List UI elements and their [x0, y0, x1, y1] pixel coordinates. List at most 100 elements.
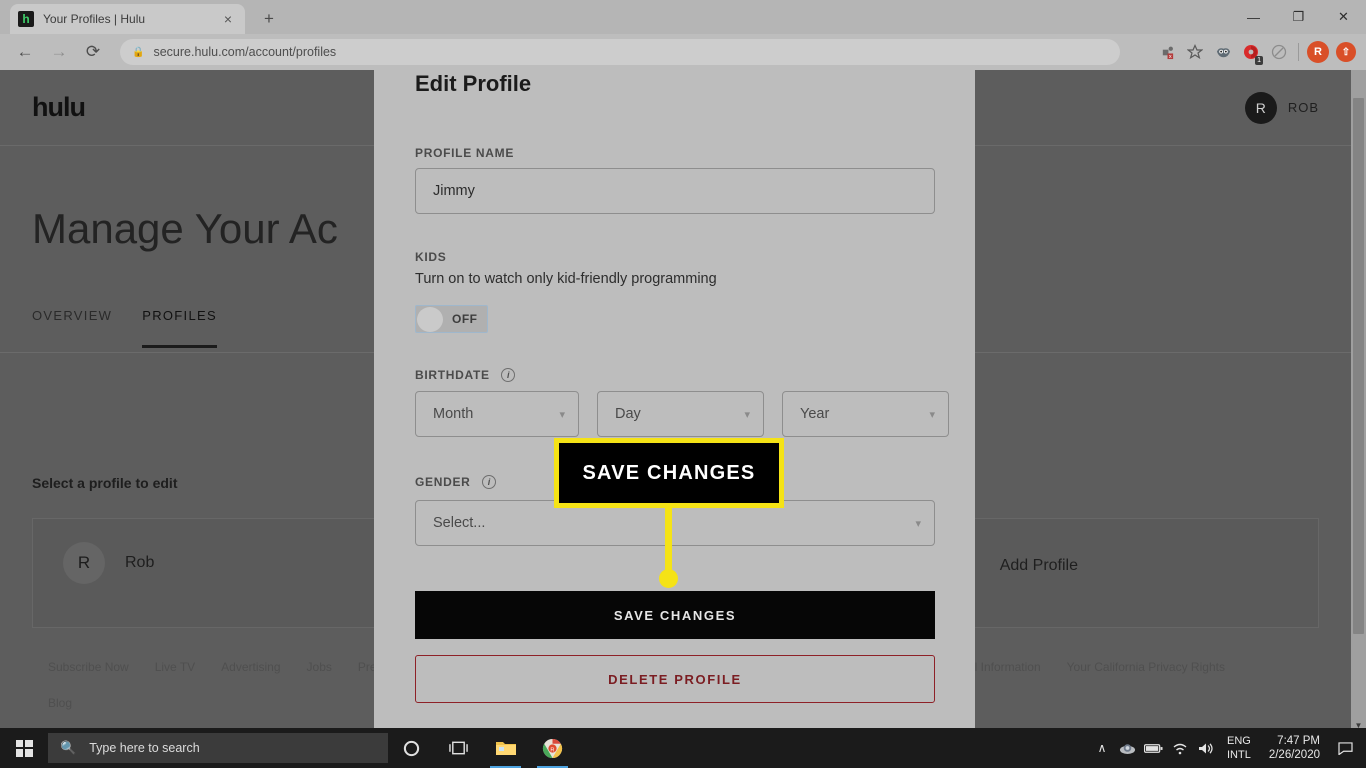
close-tab-icon[interactable]: ×	[219, 11, 237, 27]
update-arrow-icon: ⇧	[1336, 42, 1356, 62]
extension-counter-icon[interactable]: 1	[1237, 39, 1265, 65]
info-icon[interactable]: i	[482, 474, 496, 489]
annotation-callout: SAVE CHANGES	[554, 438, 784, 588]
browser-tab-strip: h Your Profiles | Hulu × + — ❐ ✕	[0, 0, 1366, 34]
delete-profile-button[interactable]: DELETE PROFILE	[415, 655, 935, 703]
wifi-icon[interactable]	[1167, 728, 1193, 768]
tab-profiles[interactable]: PROFILES	[142, 308, 217, 348]
modal-title: Edit Profile	[415, 71, 532, 96]
reload-icon[interactable]: ⟳	[76, 35, 110, 69]
add-profile-button[interactable]: Add Profile	[1000, 557, 1078, 575]
extension-disabled-icon[interactable]	[1265, 39, 1293, 65]
profile-name-label: PROFILE NAME	[415, 144, 514, 162]
footer-link[interactable]: Jobs	[307, 660, 332, 674]
favicon-letter: h	[22, 12, 30, 26]
tray-time: 7:47 PM	[1277, 735, 1320, 747]
gender-label: GENDER i	[415, 473, 496, 491]
new-tab-button[interactable]: +	[258, 8, 280, 30]
profile-name-input[interactable]	[415, 168, 935, 214]
minimize-button[interactable]: —	[1231, 0, 1276, 34]
month-value: Month	[433, 406, 474, 422]
account-tabs: OVERVIEW PROFILES	[32, 308, 217, 348]
chrome-profile-avatar[interactable]: R	[1304, 39, 1332, 65]
back-icon[interactable]: ←	[8, 35, 42, 69]
select-profile-heading: Select a profile to edit	[32, 475, 178, 491]
account-menu[interactable]: R ROB	[1244, 91, 1319, 124]
chevron-down-icon: ▾	[915, 517, 921, 530]
birthdate-month-select[interactable]: Month ▾	[415, 391, 579, 437]
birthdate-label-text: BIRTHDATE	[415, 368, 490, 382]
extension-blocked-icon[interactable]: x	[1153, 39, 1181, 65]
chevron-down-icon: ▾	[744, 408, 750, 421]
gender-label-text: GENDER	[415, 475, 471, 489]
battery-icon[interactable]	[1141, 728, 1167, 768]
browser-toolbar: ← → ⟳ 🔒 secure.hulu.com/account/profiles…	[0, 34, 1366, 70]
hulu-logo[interactable]: hulu	[32, 92, 86, 123]
save-changes-button[interactable]: SAVE CHANGES	[415, 591, 935, 639]
birthdate-year-select[interactable]: Year ▾	[782, 391, 949, 437]
tray-chevron-up-icon[interactable]: ∧	[1089, 728, 1115, 768]
footer-link[interactable]: Advertising	[221, 660, 280, 674]
toolbar-divider	[1298, 43, 1299, 61]
annotation-pointer-dot	[659, 569, 678, 588]
maximize-button[interactable]: ❐	[1276, 0, 1321, 34]
chevron-down-icon: ▾	[929, 408, 935, 421]
file-explorer-icon[interactable]	[482, 728, 529, 768]
taskbar-search-input[interactable]: 🔍 Type here to search	[48, 733, 388, 763]
account-avatar: R	[1244, 91, 1277, 124]
footer-link[interactable]: Live TV	[155, 660, 195, 674]
day-value: Day	[615, 406, 641, 422]
tab-overview[interactable]: OVERVIEW	[32, 308, 112, 348]
footer-link[interactable]: Subscribe Now	[48, 660, 129, 674]
kids-toggle[interactable]: OFF	[415, 305, 488, 333]
close-window-button[interactable]: ✕	[1321, 0, 1366, 34]
chrome-update-menu-icon[interactable]: ⇧	[1332, 39, 1360, 65]
chevron-down-icon: ▾	[559, 408, 565, 421]
toggle-knob	[417, 306, 443, 332]
task-view-icon[interactable]	[435, 728, 482, 768]
profile-avatar: R	[63, 542, 105, 584]
profile-name-label-text: PROFILE NAME	[415, 146, 515, 160]
extension-owl-icon[interactable]	[1209, 39, 1237, 65]
volume-icon[interactable]	[1193, 728, 1219, 768]
kids-description: Turn on to watch only kid-friendly progr…	[415, 271, 717, 287]
tray-language[interactable]: ENG INTL	[1219, 734, 1259, 762]
onedrive-icon[interactable]	[1115, 728, 1141, 768]
page-scrollbar[interactable]: ▼	[1351, 70, 1366, 732]
cortana-icon[interactable]	[388, 728, 435, 768]
page-title: Manage Your Ac	[32, 205, 338, 252]
info-icon[interactable]: i	[501, 367, 516, 382]
birthdate-label: BIRTHDATE i	[415, 366, 516, 384]
tray-language-line2: INTL	[1226, 749, 1251, 761]
browser-tab[interactable]: h Your Profiles | Hulu ×	[10, 4, 245, 34]
system-tray: ∧ ENG INTL 7:47 PM 2/26/2020	[1089, 728, 1366, 768]
bookmark-star-icon[interactable]	[1181, 39, 1209, 65]
svg-text:x: x	[1168, 54, 1171, 60]
save-changes-wrap: SAVE CHANGES	[415, 591, 935, 639]
birthdate-selects: Month ▾ Day ▾ Year ▾	[415, 391, 949, 437]
footer-link[interactable]: Blog	[48, 696, 72, 710]
profile-item-rob[interactable]: R Rob	[63, 542, 154, 584]
windows-start-icon[interactable]	[0, 728, 48, 768]
edit-profile-modal: Edit Profile PROFILE NAME KIDS Turn on t…	[374, 66, 975, 728]
search-icon: 🔍	[60, 740, 77, 755]
scrollbar-thumb[interactable]	[1353, 98, 1364, 634]
notification-icon[interactable]	[1330, 728, 1360, 768]
forward-icon[interactable]: →	[42, 35, 76, 69]
birthdate-day-select[interactable]: Day ▾	[597, 391, 764, 437]
address-bar-url: secure.hulu.com/account/profiles	[153, 45, 337, 59]
toggle-state-label: OFF	[452, 312, 478, 326]
tray-clock[interactable]: 7:47 PM 2/26/2020	[1259, 734, 1330, 762]
address-bar[interactable]: 🔒 secure.hulu.com/account/profiles	[120, 39, 1120, 65]
account-name: ROB	[1287, 100, 1319, 115]
avatar-letter: R	[1307, 41, 1329, 63]
tray-language-line1: ENG	[1226, 735, 1251, 747]
browser-tab-title: Your Profiles | Hulu	[43, 12, 146, 26]
svg-text:R: R	[550, 747, 554, 753]
year-value: Year	[800, 406, 830, 422]
chrome-icon[interactable]: R	[529, 728, 576, 768]
kids-label-text: KIDS	[415, 250, 447, 264]
screen: h Your Profiles | Hulu × + — ❐ ✕ ← → ⟳ 🔒…	[0, 0, 1366, 768]
search-placeholder: Type here to search	[89, 741, 200, 755]
footer-link[interactable]: Your California Privacy Rights	[1067, 660, 1225, 674]
